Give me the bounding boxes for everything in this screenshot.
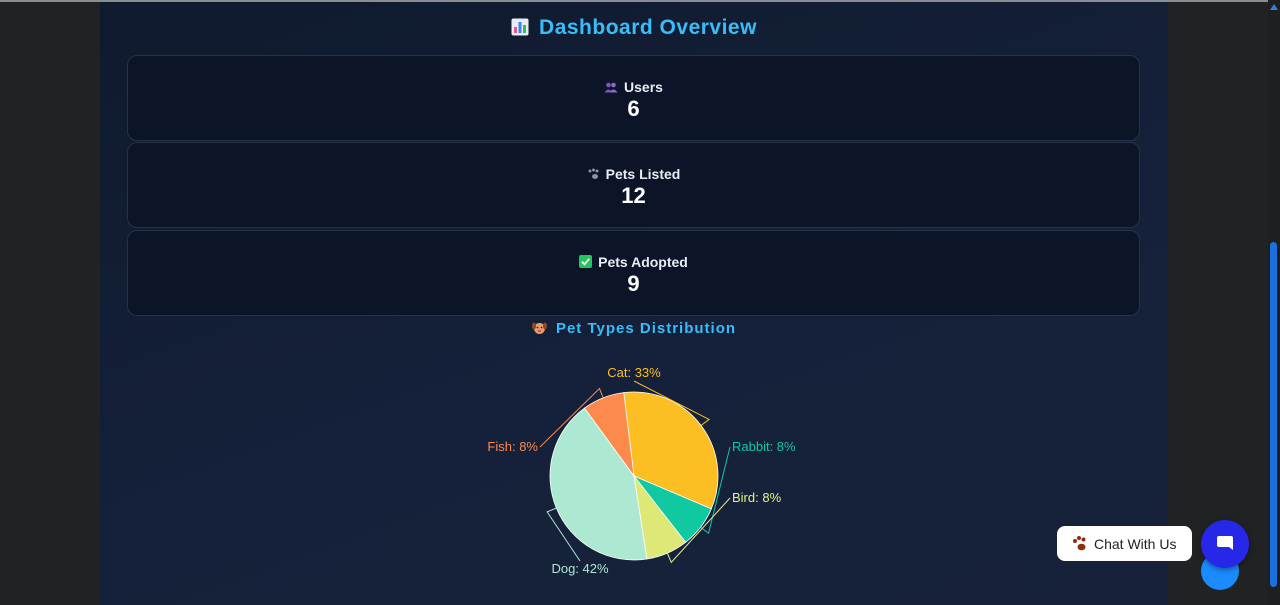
chat-label-text: Chat With Us: [1094, 535, 1177, 552]
pie-label-fish: Fish: 8%: [487, 439, 538, 454]
chat-bubble-icon: [1217, 536, 1233, 550]
chat-with-us-label[interactable]: Chat With Us: [1057, 526, 1192, 561]
scroll-up-arrow-icon[interactable]: [1270, 4, 1278, 10]
pie-label-bird: Bird: 8%: [732, 490, 782, 505]
pie-label-cat: Cat: 33%: [607, 365, 661, 380]
open-chat-button[interactable]: [1201, 520, 1249, 568]
pet-types-pie-chart: Cat: 33% Rabbit: 8% Bird: 8% Dog: 42% Fish: …: [487, 365, 796, 576]
dashboard-panel: Dashboard Overview Users 6 Pets Listed 1…: [100, 2, 1168, 605]
paw-icon: [1073, 535, 1086, 550]
scrollbar-thumb[interactable]: [1270, 242, 1277, 587]
pie-label-rabbit: Rabbit: 8%: [732, 439, 796, 454]
pie-label-dog: Dog: 42%: [551, 561, 609, 576]
